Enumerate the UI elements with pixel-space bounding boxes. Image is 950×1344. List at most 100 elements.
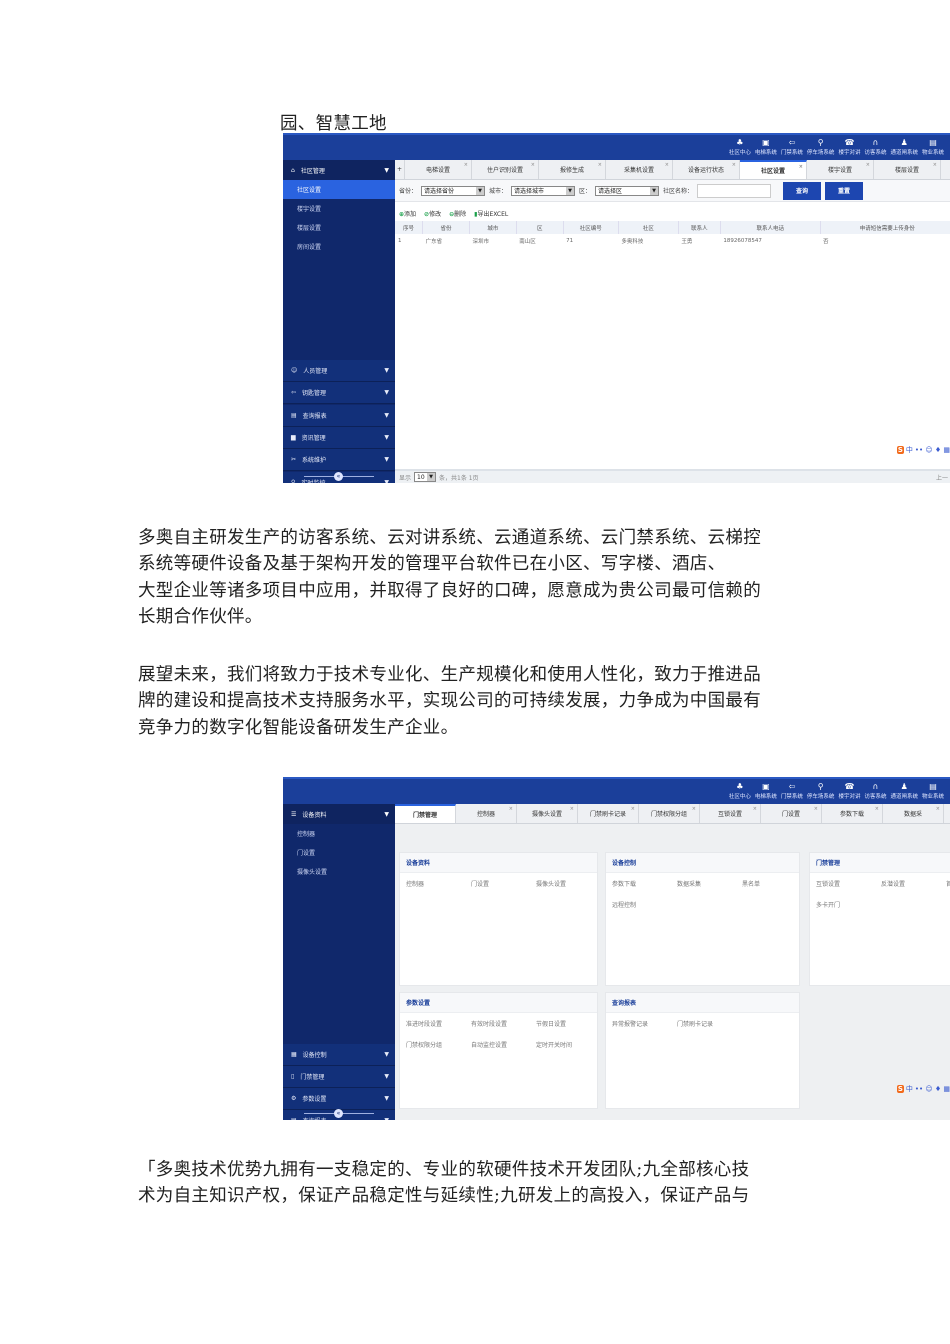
sidebar-item-controller[interactable]: 控制器	[283, 824, 395, 843]
panel-link[interactable]: 黑名单	[742, 879, 807, 888]
system-nav-item[interactable]: ⇦ 门禁系统	[781, 138, 803, 156]
tab-add[interactable]: +	[395, 160, 405, 179]
system-nav-item[interactable]: ▣ 电梯系统	[755, 138, 777, 156]
panel-link[interactable]: 门禁刷卡记录	[677, 1019, 742, 1028]
export-excel-button[interactable]: ▮导出EXCEL	[474, 209, 508, 218]
close-icon[interactable]: ×	[665, 162, 669, 168]
reset-button[interactable]: 重置	[825, 181, 864, 200]
tab[interactable]: 数据采 ×	[883, 804, 944, 823]
sidebar-group[interactable]: ▤ 查询报表 ▼	[283, 404, 395, 427]
column-header[interactable]: 省份	[422, 221, 470, 234]
close-icon[interactable]: ×	[799, 164, 803, 170]
system-nav-item[interactable]: ♣ 社区中心	[729, 138, 751, 156]
sidebar-group[interactable]: ✂ 系统维护 ▼	[283, 449, 395, 472]
panel-link[interactable]: 门设置	[471, 879, 536, 888]
sidebar-group[interactable]: ▆ 资讯管理 ▼	[283, 426, 395, 449]
system-nav-item[interactable]: ⇦ 门禁系统	[781, 782, 803, 800]
city-select[interactable]: 请选择城市 ▼	[511, 185, 576, 196]
tab[interactable]: 控制器 ×	[456, 804, 517, 823]
tab[interactable]: 楼层设置 ×	[874, 160, 941, 179]
sidebar-item-floor[interactable]: 楼层设置	[283, 218, 395, 237]
panel-link[interactable]: 摄像头设置	[536, 879, 601, 888]
system-nav-item[interactable]: ♣ 社区中心	[729, 782, 751, 800]
tab[interactable]: 报修生成 ×	[539, 160, 606, 179]
system-nav-item[interactable]: ∩ 访客系统	[864, 138, 886, 156]
delete-button[interactable]: ⊖删除	[449, 209, 466, 218]
system-nav-item[interactable]: ⚲ 停车场系统	[807, 782, 835, 800]
sidebar-item-community[interactable]: 社区设置	[283, 180, 395, 199]
close-icon[interactable]: ×	[814, 806, 818, 812]
column-header[interactable]: 申请短信需要上传身份	[820, 221, 950, 234]
close-icon[interactable]: ×	[692, 806, 696, 812]
district-select[interactable]: 请选择区 ▼	[595, 185, 660, 196]
tab[interactable]: 电梯设置 ×	[405, 160, 472, 179]
province-select[interactable]: 请选择省份 ▼	[421, 185, 486, 196]
system-nav-item[interactable]: ♟ 通道闸系统	[890, 138, 918, 156]
panel-link[interactable]: 节假日设置	[536, 1019, 601, 1028]
tab[interactable]: 参数下载 ×	[822, 804, 883, 823]
tab[interactable]: 门禁权限分组 ×	[639, 804, 700, 823]
collapse-slider[interactable]: «	[283, 1106, 395, 1120]
panel-link[interactable]: 准进时段设置	[406, 1019, 471, 1028]
column-header[interactable]: 联系人电话	[720, 221, 821, 234]
panel-link[interactable]: 控制器	[406, 879, 471, 888]
column-header[interactable]: 联系人	[678, 221, 721, 234]
sidebar-item-room[interactable]: 房间设置	[283, 237, 395, 256]
panel-link[interactable]: 定时开关时间	[536, 1040, 601, 1049]
panel-link[interactable]: 多卡开门	[816, 900, 881, 909]
tab[interactable]: 采集机设置 ×	[606, 160, 673, 179]
close-icon[interactable]: ×	[732, 162, 736, 168]
system-nav-item[interactable]: ☎ 楼宇对讲	[838, 782, 860, 800]
tab[interactable]: 门禁刷卡记录 ×	[578, 804, 639, 823]
close-icon[interactable]: ×	[509, 806, 513, 812]
system-nav-item[interactable]: ☎ 楼宇对讲	[838, 138, 860, 156]
collapse-icon[interactable]: «	[334, 471, 343, 481]
tab[interactable]: 门禁管理	[395, 804, 456, 823]
close-icon[interactable]: ×	[464, 162, 468, 168]
tab[interactable]: 设备运行状态 ×	[673, 160, 740, 179]
query-button[interactable]: 查询	[783, 181, 822, 200]
close-icon[interactable]: ×	[570, 806, 574, 812]
add-button[interactable]: ⊕添加	[399, 209, 416, 218]
close-icon[interactable]: ×	[875, 806, 879, 812]
column-header[interactable]: 区	[516, 221, 564, 234]
collapse-icon[interactable]: «	[334, 1108, 343, 1118]
edit-button[interactable]: ⊘修改	[424, 209, 441, 218]
panel-link[interactable]: 反潜设置	[881, 879, 946, 888]
collapse-slider[interactable]: «	[283, 469, 395, 483]
close-icon[interactable]: ×	[866, 162, 870, 168]
tab[interactable]: 门设置 ×	[761, 804, 822, 823]
system-nav-item[interactable]: ▣ 电梯系统	[755, 782, 777, 800]
page-size-select[interactable]: 10 ▼	[414, 472, 437, 482]
panel-link[interactable]: 有效时段设置	[471, 1019, 536, 1028]
panel-link[interactable]: 数据采集	[677, 879, 742, 888]
prev-page-link[interactable]: 上一	[936, 473, 948, 482]
tab[interactable]: 互锁设置 ×	[700, 804, 761, 823]
system-nav-item[interactable]: ▤ 物业系统	[922, 782, 944, 800]
system-nav-item[interactable]: ⚲ 停车场系统	[807, 138, 835, 156]
sidebar-header[interactable]: ⌂ 社区管理 ▼	[283, 160, 395, 180]
sidebar-group[interactable]: ▯ 门禁管理 ▼	[283, 1066, 395, 1088]
panel-link[interactable]: 门禁权限分组	[406, 1040, 471, 1049]
tab[interactable]: 摄像头设置 ×	[517, 804, 578, 823]
column-header[interactable]: 社区编号	[563, 221, 619, 234]
table-row[interactable]: 1 广东省 深圳市 南山区 71 多奥科技 王勇 18926078547 否	[395, 234, 950, 247]
panel-link[interactable]: 异常报警记录	[612, 1019, 677, 1028]
sidebar-group[interactable]: ☺ 人员管理 ▼	[283, 360, 395, 382]
close-icon[interactable]: ×	[936, 806, 940, 812]
sidebar-group[interactable]: ▦ 设备控制 ▼	[283, 1044, 395, 1066]
system-nav-item[interactable]: ∩ 访客系统	[864, 782, 886, 800]
panel-link[interactable]: 远程控制	[612, 900, 677, 909]
panel-link[interactable]: 互锁设置	[816, 879, 881, 888]
tab[interactable]: 社区设置 ×	[740, 160, 807, 179]
column-header[interactable]: 序号	[395, 221, 424, 234]
panel-link[interactable]: 参数下载	[612, 879, 677, 888]
close-icon[interactable]: ×	[598, 162, 602, 168]
panel-link[interactable]: 自动监控设置	[471, 1040, 536, 1049]
close-icon[interactable]: ×	[753, 806, 757, 812]
community-name-input[interactable]	[697, 183, 772, 198]
sidebar-item-building[interactable]: 楼宇设置	[283, 199, 395, 218]
sidebar-group[interactable]: ⇦ 钥匙管理 ▼	[283, 382, 395, 405]
sidebar-header[interactable]: ☰ 设备资料 ▼	[283, 804, 395, 824]
close-icon[interactable]: ×	[631, 806, 635, 812]
